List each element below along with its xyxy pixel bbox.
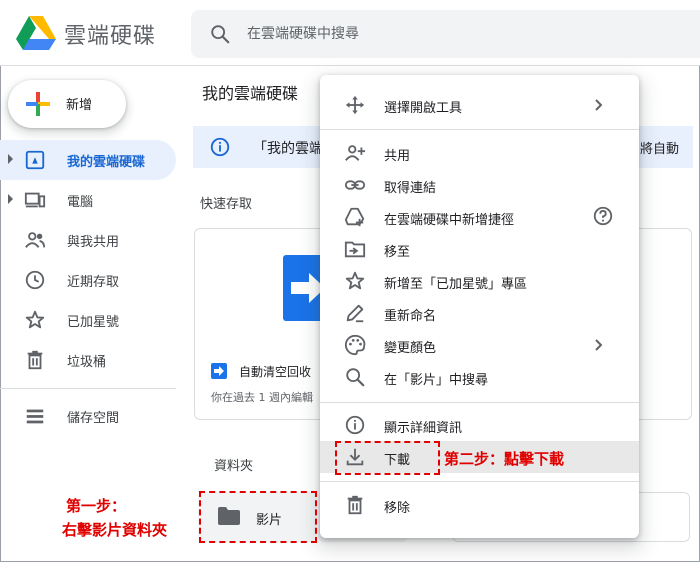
sidebar-item-my-drive[interactable]: 我的雲端硬碟 <box>0 140 176 180</box>
plus-icon <box>26 92 50 116</box>
menu-item-label: 新增至「已加星號」專區 <box>384 277 528 292</box>
chevron-right-icon <box>595 99 603 111</box>
menu-item-add-shortcut[interactable]: 在雲端硬碟中新增捷徑 <box>320 201 639 233</box>
menu-item-label: 在「影片」中搜尋 <box>384 373 489 388</box>
menu-item-move-to[interactable]: 移至 <box>320 233 639 265</box>
top-bar: 雲端硬碟 <box>0 0 700 66</box>
menu-item-label: 取得連結 <box>384 181 437 196</box>
help-icon[interactable] <box>592 205 614 227</box>
banner-text: 「我的雲端 <box>253 141 323 157</box>
menu-item-label: 選擇開啟工具 <box>384 101 463 116</box>
menu-item-label: 移至 <box>384 245 411 260</box>
file-name: 自動清空回收 <box>239 365 312 379</box>
sidebar-item-label: 已加星號 <box>67 315 120 330</box>
drive-logo-icon[interactable] <box>16 14 56 50</box>
sidebar-item-label: 儲存空間 <box>67 411 120 426</box>
sidebar-item-computers[interactable]: 電腦 <box>0 180 176 220</box>
folder-highlight-box <box>199 491 317 543</box>
sidebar-divider <box>0 388 176 389</box>
menu-item-add-starred[interactable]: 新增至「已加星號」專區 <box>320 265 639 297</box>
menu-item-remove[interactable]: 移除 <box>320 489 639 521</box>
menu-item-label: 重新命名 <box>384 309 437 324</box>
sidebar-item-recent[interactable]: 近期存取 <box>0 260 176 300</box>
menu-item-search-in-folder[interactable]: 在「影片」中搜尋 <box>320 361 639 393</box>
menu-item-rename[interactable]: 重新命名 <box>320 297 639 329</box>
quick-access-heading: 快速存取 <box>200 197 253 212</box>
sidebar-item-starred[interactable]: 已加星號 <box>0 300 176 340</box>
new-label: 新增 <box>66 98 93 113</box>
menu-item-label: 在雲端硬碟中新增捷徑 <box>384 213 515 228</box>
search-icon <box>346 368 365 387</box>
menu-item-open-with[interactable]: 選擇開啟工具 <box>320 89 639 121</box>
new-button[interactable]: 新增 <box>8 80 126 128</box>
link-icon <box>344 180 366 190</box>
file-subtitle: 你在過去 1 週內編輯 <box>211 391 313 404</box>
storage-icon <box>26 409 44 424</box>
trash-icon <box>27 350 43 370</box>
app-title: 雲端硬碟 <box>64 24 157 49</box>
menu-item-label: 移除 <box>384 501 411 516</box>
file-type-icon <box>211 363 227 379</box>
download-highlight-box <box>335 441 440 475</box>
star-icon <box>25 310 45 329</box>
sidebar-nav: 我的雲端硬碟 電腦 與我共用 近期存取 已加星號 垃圾桶 <box>0 140 176 380</box>
step1-annotation-line1: 第一步： <box>66 497 127 515</box>
menu-item-label: 共用 <box>384 149 411 164</box>
expand-arrow-icon[interactable] <box>8 194 13 204</box>
sidebar-item-label: 近期存取 <box>67 275 120 290</box>
chevron-right-icon <box>595 339 603 351</box>
menu-item-details[interactable]: 顯示詳細資訊 <box>320 409 639 441</box>
folders-heading: 資料夾 <box>214 459 254 474</box>
search-bar[interactable] <box>191 10 700 58</box>
search-icon[interactable] <box>209 23 231 45</box>
open-with-icon <box>345 95 365 115</box>
sidebar-item-label: 與我共用 <box>67 235 120 250</box>
palette-icon <box>344 334 366 356</box>
star-icon <box>345 271 365 290</box>
add-shortcut-icon <box>344 207 365 227</box>
menu-item-label: 變更顏色 <box>384 341 437 356</box>
page-title[interactable]: 我的雲端硬碟 <box>202 80 298 104</box>
search-input[interactable] <box>247 22 667 46</box>
trash-icon <box>347 495 363 515</box>
move-icon <box>344 241 366 258</box>
sidebar-item-storage[interactable]: 儲存空間 <box>0 396 176 436</box>
sidebar-item-shared[interactable]: 與我共用 <box>0 220 176 260</box>
share-icon <box>345 145 366 161</box>
step1-annotation-line2: 右擊影片資料夾 <box>62 521 168 539</box>
menu-item-label: 顯示詳細資訊 <box>384 421 463 436</box>
expand-arrow-icon[interactable] <box>8 154 13 164</box>
banner-text-right: 將自動 <box>640 142 680 157</box>
info-icon <box>345 415 365 435</box>
step2-annotation: 第二步：點擊下載 <box>444 450 565 468</box>
menu-divider <box>320 402 639 403</box>
menu-item-change-color[interactable]: 變更顏色 <box>320 329 639 361</box>
menu-divider <box>320 129 639 130</box>
info-icon <box>210 137 230 157</box>
sidebar-item-trash[interactable]: 垃圾桶 <box>0 340 176 380</box>
computers-icon <box>24 192 46 208</box>
my-drive-icon <box>25 150 45 170</box>
menu-item-share[interactable]: 共用 <box>320 137 639 169</box>
sidebar-item-label: 電腦 <box>67 195 94 210</box>
sidebar-item-label: 垃圾桶 <box>67 355 107 370</box>
shared-icon <box>25 232 46 248</box>
menu-item-get-link[interactable]: 取得連結 <box>320 169 639 201</box>
clock-icon <box>25 270 45 290</box>
menu-divider <box>320 481 639 482</box>
rename-icon <box>346 304 364 323</box>
sidebar-item-label: 我的雲端硬碟 <box>67 155 146 170</box>
